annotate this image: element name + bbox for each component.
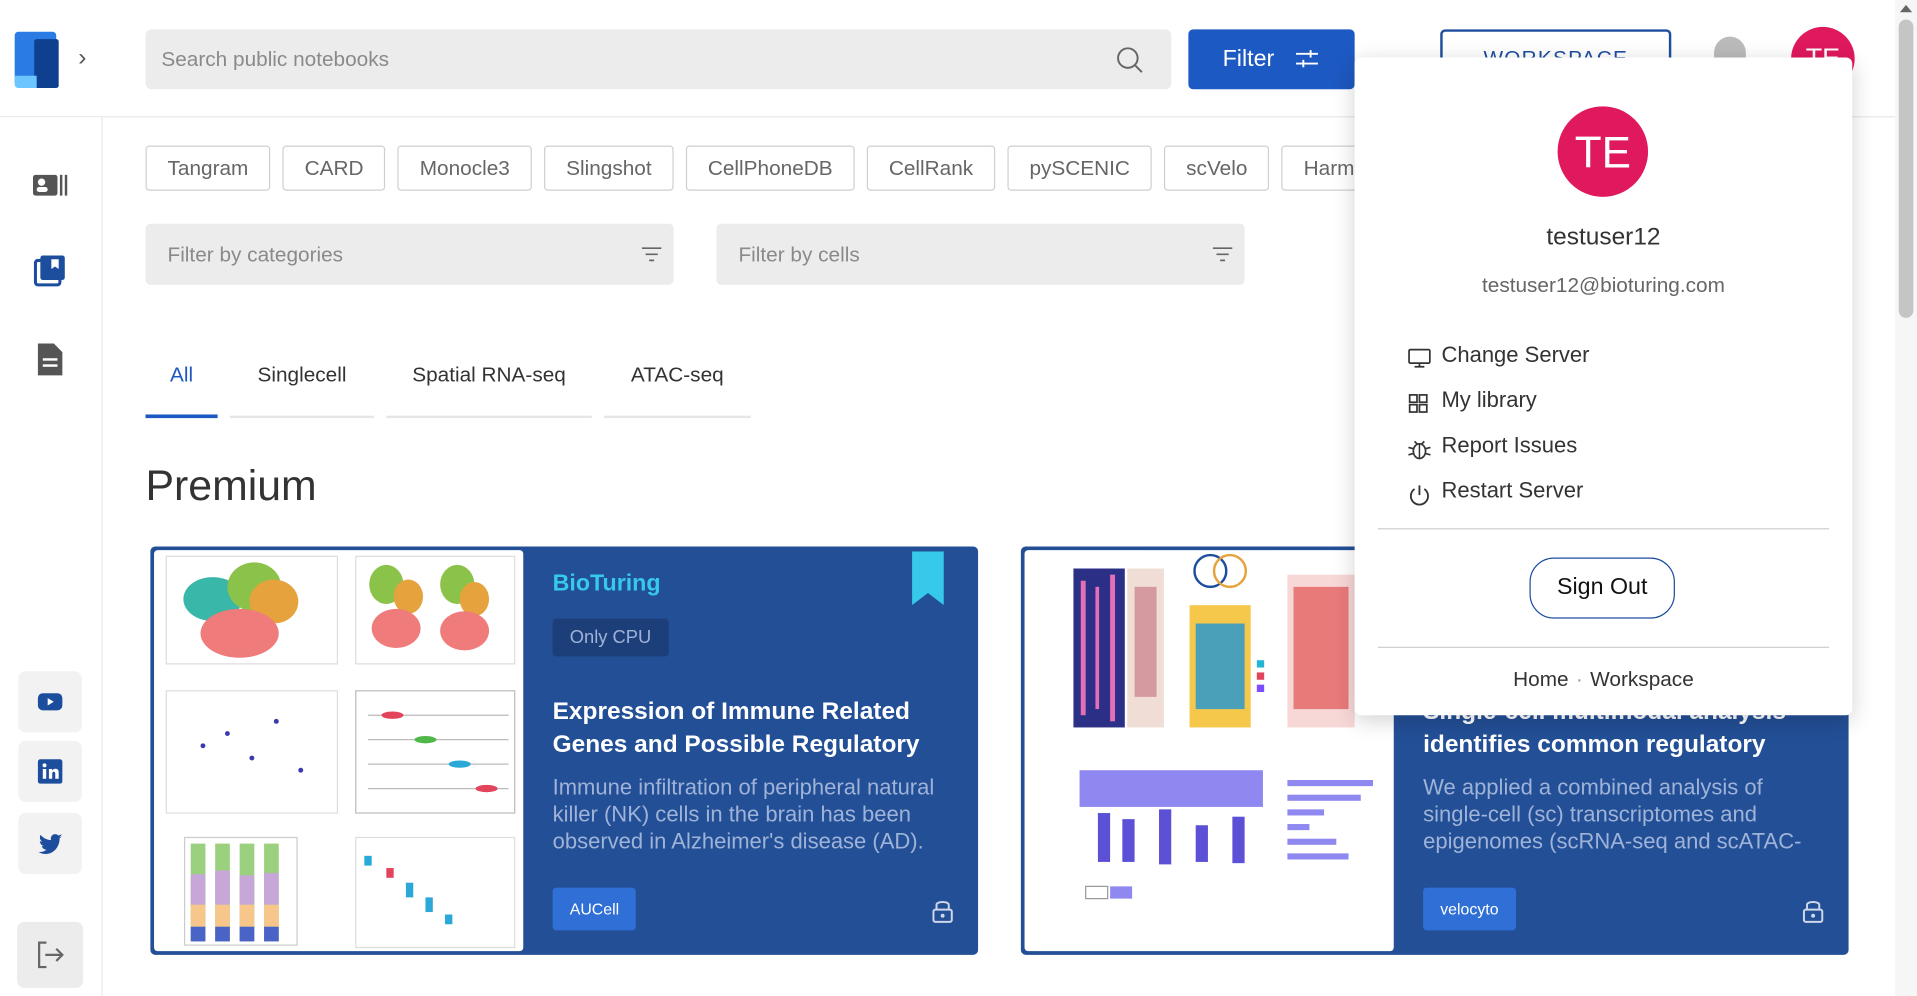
card-thumbnail (1024, 550, 1394, 952)
tab-all[interactable]: All (145, 355, 218, 419)
chip-cellphonedb[interactable]: CellPhoneDB (685, 145, 855, 191)
document-icon[interactable] (31, 340, 70, 379)
card-brand: BioTuring (552, 570, 661, 597)
chip-monocle3[interactable]: Monocle3 (397, 145, 532, 191)
card-tag[interactable]: velocyto (1423, 887, 1516, 931)
divider (1377, 646, 1830, 648)
divider (1377, 528, 1830, 530)
filter-categories-select[interactable]: Filter by categories (145, 223, 674, 285)
power-icon (1410, 485, 1429, 506)
youtube-icon (37, 693, 63, 711)
grid-icon (1408, 394, 1428, 413)
card-tag[interactable]: AUCell (552, 887, 637, 931)
cpu-badge: Only CPU (552, 618, 669, 657)
page-scrollbar[interactable] (1895, 0, 1917, 996)
chip-card[interactable]: CARD (282, 145, 386, 191)
id-card-icon[interactable] (31, 166, 70, 205)
search-placeholder: Search public notebooks (161, 47, 390, 71)
chip-slingshot[interactable]: Slingshot (544, 145, 674, 191)
menu-item-label: My library (1441, 387, 1537, 413)
lock-icon (1802, 900, 1824, 923)
notebook-card[interactable]: BioTuring Only CPU Expression of Immune … (150, 546, 979, 955)
monitor-icon (1408, 348, 1431, 368)
username: testuser12 (1546, 223, 1661, 251)
filter-button[interactable]: Filter (1188, 29, 1355, 90)
chip-pyscenic[interactable]: pySCENIC (1007, 145, 1152, 191)
sidebar (0, 117, 103, 996)
chip-harmony[interactable]: Harmony (1281, 145, 1356, 191)
tab-spatial-rna-seq[interactable]: Spatial RNA-seq (386, 355, 592, 419)
tool-chip-list: Tangram CARD Monocle3 Slingshot CellPhoneDB C… (145, 145, 1356, 191)
search-icon[interactable] (1115, 45, 1144, 74)
menu-item-label: Restart Server (1441, 478, 1584, 503)
menu-item-label: Change Server (1441, 342, 1590, 367)
filter-lines-icon (1212, 247, 1233, 262)
search-input[interactable]: Search public notebooks (145, 29, 1172, 90)
menu-footer: Home · Workspace (1355, 668, 1853, 692)
sign-out-button[interactable]: Sign Out (1529, 557, 1675, 619)
twitter-icon (38, 834, 63, 855)
user-avatar: TE (1557, 106, 1649, 197)
chevron-right-icon[interactable]: › (78, 44, 86, 72)
tab-singlecell[interactable]: Singlecell (229, 355, 375, 419)
sliders-icon (1295, 50, 1318, 68)
scroll-up-arrow-icon[interactable] (1899, 4, 1913, 13)
logout-button[interactable] (17, 921, 84, 988)
logout-icon (38, 941, 64, 969)
lock-icon (932, 900, 953, 923)
chip-tangram[interactable]: Tangram (145, 145, 271, 191)
notebook-icon[interactable] (31, 252, 70, 291)
user-menu-dropdown: TE testuser12 testuser12@bioturing.com C… (1354, 57, 1853, 716)
card-title[interactable]: Expression of Immune Related Genes and P… (553, 696, 956, 762)
scrollbar-thumb[interactable] (1898, 19, 1914, 318)
user-email: testuser12@bioturing.com (1481, 273, 1725, 298)
footer-link-workspace[interactable]: Workspace (1590, 668, 1694, 691)
filter-cells-placeholder: Filter by cells (738, 243, 860, 267)
menu-item-label: Report Issues (1441, 432, 1578, 458)
filter-button-label: Filter (1222, 45, 1275, 72)
bioturing-logo[interactable] (14, 31, 64, 91)
chip-cellrank[interactable]: CellRank (866, 145, 996, 191)
bug-icon (1408, 440, 1431, 460)
card-thumbnail (154, 550, 524, 952)
twitter-button[interactable] (18, 813, 82, 875)
chip-scvelo[interactable]: scVelo (1164, 145, 1270, 191)
tab-atac-seq[interactable]: ATAC-seq (603, 355, 751, 419)
footer-separator: · (1575, 667, 1583, 691)
filter-lines-icon (641, 247, 662, 262)
card-description: We applied a combined analysis of single… (1423, 775, 1802, 854)
bookmark-icon[interactable] (912, 551, 944, 606)
linkedin-icon (37, 759, 63, 784)
filter-categories-placeholder: Filter by categories (167, 243, 344, 267)
card-description: Immune infiltration of peripheral natura… (552, 775, 935, 854)
linkedin-button[interactable] (18, 740, 82, 803)
section-title: Premium (145, 462, 317, 510)
youtube-button[interactable] (18, 671, 82, 733)
footer-link-home[interactable]: Home (1513, 668, 1568, 691)
filter-cells-select[interactable]: Filter by cells (716, 223, 1245, 285)
